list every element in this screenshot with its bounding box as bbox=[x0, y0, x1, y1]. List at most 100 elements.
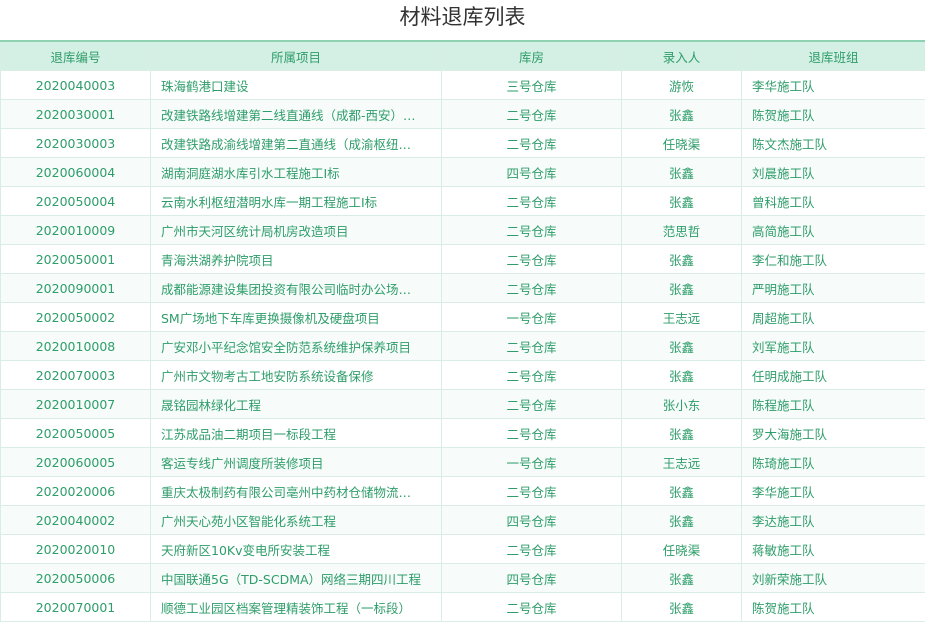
return-id-cell: 2020070003 bbox=[1, 361, 151, 390]
team-cell: 严明施工队 bbox=[742, 274, 925, 303]
team-cell: 陈文杰施工队 bbox=[742, 129, 925, 158]
operator-cell: 张鑫 bbox=[622, 361, 742, 390]
operator-cell: 张鑫 bbox=[622, 564, 742, 593]
warehouse-cell: 二号仓库 bbox=[442, 390, 622, 419]
return-id-cell: 2020010007 bbox=[1, 390, 151, 419]
return-id-cell: 2020040002 bbox=[1, 506, 151, 535]
table-row[interactable]: 2020020010天府新区10Kv变电所安装工程二号仓库任晓渠蒋敏施工队 bbox=[1, 535, 925, 564]
warehouse-cell: 二号仓库 bbox=[442, 274, 622, 303]
table-row[interactable]: 2020010009广州市天河区统计局机房改造项目二号仓库范思哲高简施工队 bbox=[1, 216, 925, 245]
table-row[interactable]: 2020030001改建铁路线增建第二线直通线（成都-西安）…二号仓库张鑫陈贺施… bbox=[1, 100, 925, 129]
warehouse-cell: 二号仓库 bbox=[442, 100, 622, 129]
operator-cell: 张鑫 bbox=[622, 477, 742, 506]
return-id-cell: 2020030003 bbox=[1, 129, 151, 158]
return-id-cell: 2020040003 bbox=[1, 71, 151, 100]
project-cell: 顺德工业园区档案管理精装饰工程（一标段） bbox=[151, 593, 442, 622]
operator-cell: 王志远 bbox=[622, 303, 742, 332]
team-cell: 陈贺施工队 bbox=[742, 593, 925, 622]
team-cell: 任明成施工队 bbox=[742, 361, 925, 390]
operator-cell: 张鑫 bbox=[622, 332, 742, 361]
return-id-cell: 2020060005 bbox=[1, 448, 151, 477]
operator-cell: 张鑫 bbox=[622, 158, 742, 187]
return-id-cell: 2020050001 bbox=[1, 245, 151, 274]
team-cell: 李华施工队 bbox=[742, 71, 925, 100]
project-cell: 云南水利枢纽潜明水库一期工程施工I标 bbox=[151, 187, 442, 216]
table-row[interactable]: 2020090001成都能源建设集团投资有限公司临时办公场…二号仓库张鑫严明施工… bbox=[1, 274, 925, 303]
warehouse-cell: 四号仓库 bbox=[442, 158, 622, 187]
warehouse-cell: 二号仓库 bbox=[442, 477, 622, 506]
material-return-table: 退库编号 所属项目 库房 录入人 退库班组 2020040003珠海鹤港口建设三… bbox=[0, 40, 925, 622]
table-row[interactable]: 2020050005江苏成品油二期项目一标段工程二号仓库张鑫罗大海施工队 bbox=[1, 419, 925, 448]
column-header-team[interactable]: 退库班组 bbox=[742, 41, 925, 71]
team-cell: 李华施工队 bbox=[742, 477, 925, 506]
column-header-operator[interactable]: 录入人 bbox=[622, 41, 742, 71]
operator-cell: 张鑫 bbox=[622, 100, 742, 129]
table-row[interactable]: 2020030003改建铁路成渝线增建第二直通线（成渝枢纽…二号仓库任晓渠陈文杰… bbox=[1, 129, 925, 158]
table-row[interactable]: 2020070003广州市文物考古工地安防系统设备保修二号仓库张鑫任明成施工队 bbox=[1, 361, 925, 390]
operator-cell: 游恢 bbox=[622, 71, 742, 100]
operator-cell: 范思哲 bbox=[622, 216, 742, 245]
project-cell: 晟铭园林绿化工程 bbox=[151, 390, 442, 419]
warehouse-cell: 二号仓库 bbox=[442, 593, 622, 622]
team-cell: 陈程施工队 bbox=[742, 390, 925, 419]
warehouse-cell: 一号仓库 bbox=[442, 303, 622, 332]
table-row[interactable]: 2020050002SM广场地下车库更换摄像机及硬盘项目一号仓库王志远周超施工队 bbox=[1, 303, 925, 332]
table-row[interactable]: 2020040003珠海鹤港口建设三号仓库游恢李华施工队 bbox=[1, 71, 925, 100]
team-cell: 刘晨施工队 bbox=[742, 158, 925, 187]
operator-cell: 王志远 bbox=[622, 448, 742, 477]
column-header-warehouse[interactable]: 库房 bbox=[442, 41, 622, 71]
operator-cell: 张鑫 bbox=[622, 419, 742, 448]
team-cell: 高简施工队 bbox=[742, 216, 925, 245]
operator-cell: 任晓渠 bbox=[622, 129, 742, 158]
team-cell: 陈琦施工队 bbox=[742, 448, 925, 477]
return-id-cell: 2020060004 bbox=[1, 158, 151, 187]
page-title: 材料退库列表 bbox=[0, 0, 925, 40]
warehouse-cell: 一号仓库 bbox=[442, 448, 622, 477]
project-cell: 广安邓小平纪念馆安全防范系统维护保养项目 bbox=[151, 332, 442, 361]
return-id-cell: 2020010009 bbox=[1, 216, 151, 245]
team-cell: 李达施工队 bbox=[742, 506, 925, 535]
project-cell: 湖南洞庭湖水库引水工程施工I标 bbox=[151, 158, 442, 187]
return-id-cell: 2020090001 bbox=[1, 274, 151, 303]
warehouse-cell: 二号仓库 bbox=[442, 535, 622, 564]
project-cell: 广州市天河区统计局机房改造项目 bbox=[151, 216, 442, 245]
table-row[interactable]: 2020050004云南水利枢纽潜明水库一期工程施工I标二号仓库张鑫曾科施工队 bbox=[1, 187, 925, 216]
operator-cell: 张鑫 bbox=[622, 593, 742, 622]
return-id-cell: 2020050002 bbox=[1, 303, 151, 332]
project-cell: 客运专线广州调度所装修项目 bbox=[151, 448, 442, 477]
table-row[interactable]: 2020070001顺德工业园区档案管理精装饰工程（一标段）二号仓库张鑫陈贺施工… bbox=[1, 593, 925, 622]
team-cell: 罗大海施工队 bbox=[742, 419, 925, 448]
table-row[interactable]: 2020050006中国联通5G（TD-SCDMA）网络三期四川工程四号仓库张鑫… bbox=[1, 564, 925, 593]
warehouse-cell: 二号仓库 bbox=[442, 361, 622, 390]
warehouse-cell: 四号仓库 bbox=[442, 506, 622, 535]
table-row[interactable]: 2020020006重庆太极制药有限公司亳州中药材仓储物流…二号仓库张鑫李华施工… bbox=[1, 477, 925, 506]
project-cell: 广州天心苑小区智能化系统工程 bbox=[151, 506, 442, 535]
project-cell: 广州市文物考古工地安防系统设备保修 bbox=[151, 361, 442, 390]
project-cell: 改建铁路线增建第二线直通线（成都-西安）… bbox=[151, 100, 442, 129]
table-row[interactable]: 2020060005客运专线广州调度所装修项目一号仓库王志远陈琦施工队 bbox=[1, 448, 925, 477]
project-cell: 天府新区10Kv变电所安装工程 bbox=[151, 535, 442, 564]
team-cell: 刘军施工队 bbox=[742, 332, 925, 361]
operator-cell: 张小东 bbox=[622, 390, 742, 419]
table-row[interactable]: 2020040002广州天心苑小区智能化系统工程四号仓库张鑫李达施工队 bbox=[1, 506, 925, 535]
project-cell: 珠海鹤港口建设 bbox=[151, 71, 442, 100]
column-header-return-id[interactable]: 退库编号 bbox=[1, 41, 151, 71]
operator-cell: 张鑫 bbox=[622, 506, 742, 535]
return-id-cell: 2020030001 bbox=[1, 100, 151, 129]
return-id-cell: 2020050004 bbox=[1, 187, 151, 216]
column-header-project[interactable]: 所属项目 bbox=[151, 41, 442, 71]
table-row[interactable]: 2020050001青海洪湖养护院项目二号仓库张鑫李仁和施工队 bbox=[1, 245, 925, 274]
table-header-row: 退库编号 所属项目 库房 录入人 退库班组 bbox=[1, 41, 925, 71]
team-cell: 曾科施工队 bbox=[742, 187, 925, 216]
return-id-cell: 2020050006 bbox=[1, 564, 151, 593]
operator-cell: 张鑫 bbox=[622, 187, 742, 216]
warehouse-cell: 二号仓库 bbox=[442, 332, 622, 361]
table-row[interactable]: 2020010007晟铭园林绿化工程二号仓库张小东陈程施工队 bbox=[1, 390, 925, 419]
warehouse-cell: 二号仓库 bbox=[442, 216, 622, 245]
team-cell: 周超施工队 bbox=[742, 303, 925, 332]
warehouse-cell: 二号仓库 bbox=[442, 187, 622, 216]
return-id-cell: 2020010008 bbox=[1, 332, 151, 361]
project-cell: SM广场地下车库更换摄像机及硬盘项目 bbox=[151, 303, 442, 332]
table-row[interactable]: 2020010008广安邓小平纪念馆安全防范系统维护保养项目二号仓库张鑫刘军施工… bbox=[1, 332, 925, 361]
table-row[interactable]: 2020060004湖南洞庭湖水库引水工程施工I标四号仓库张鑫刘晨施工队 bbox=[1, 158, 925, 187]
